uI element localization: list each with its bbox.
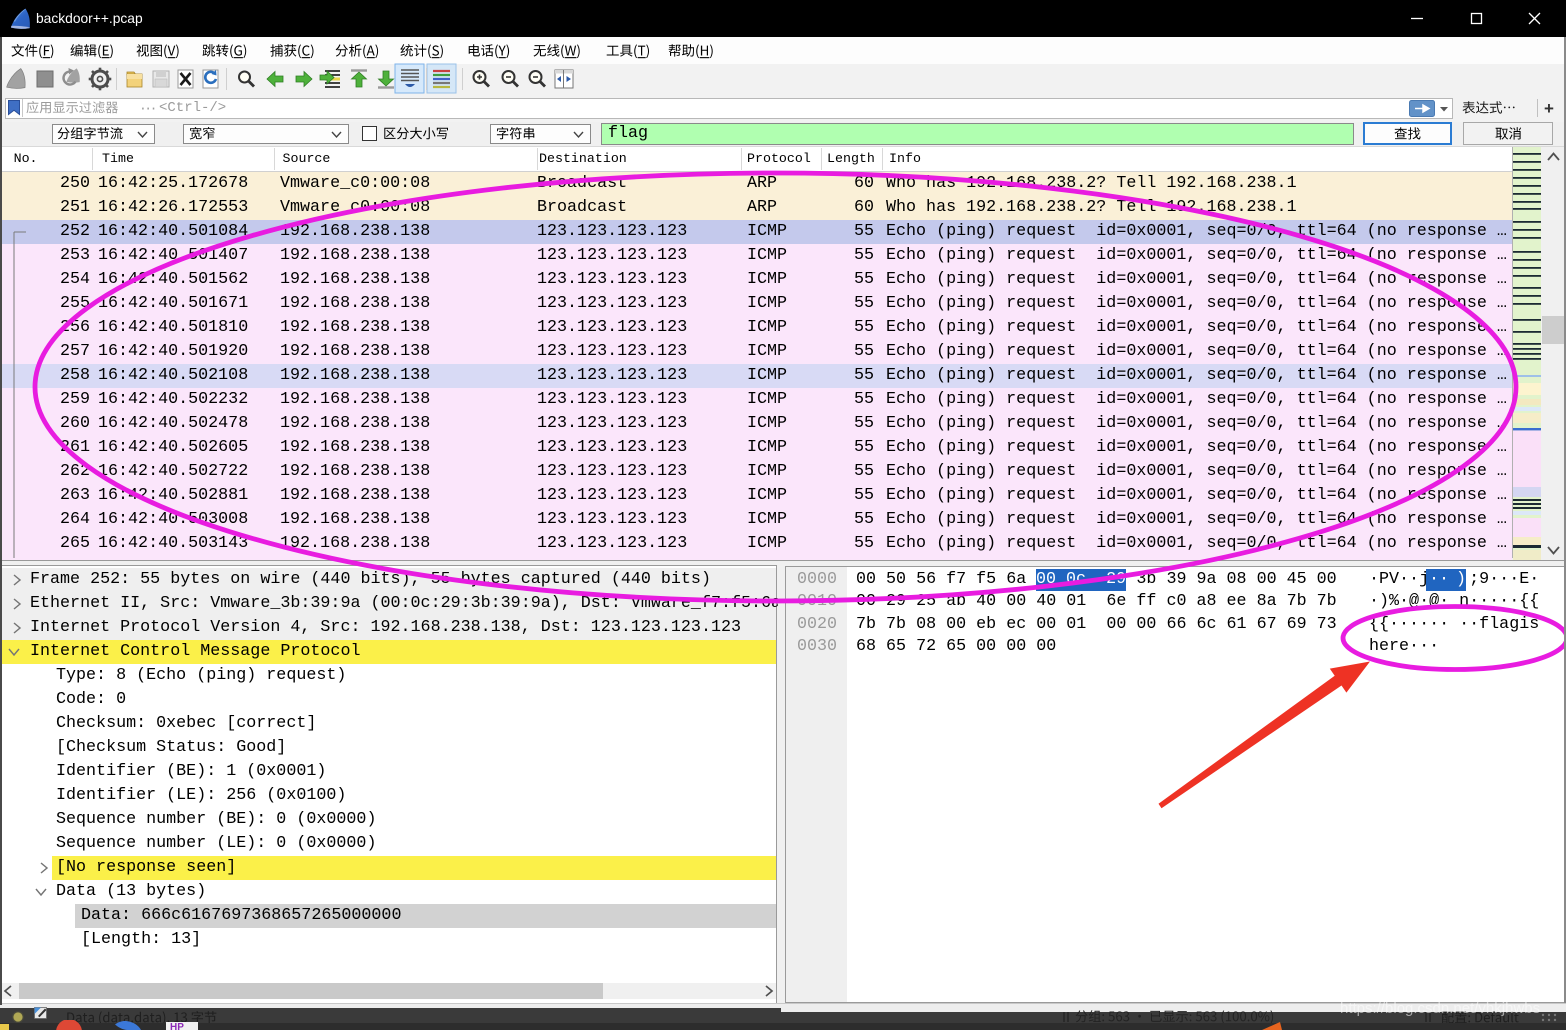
svg-text:HP: HP: [170, 1022, 184, 1030]
